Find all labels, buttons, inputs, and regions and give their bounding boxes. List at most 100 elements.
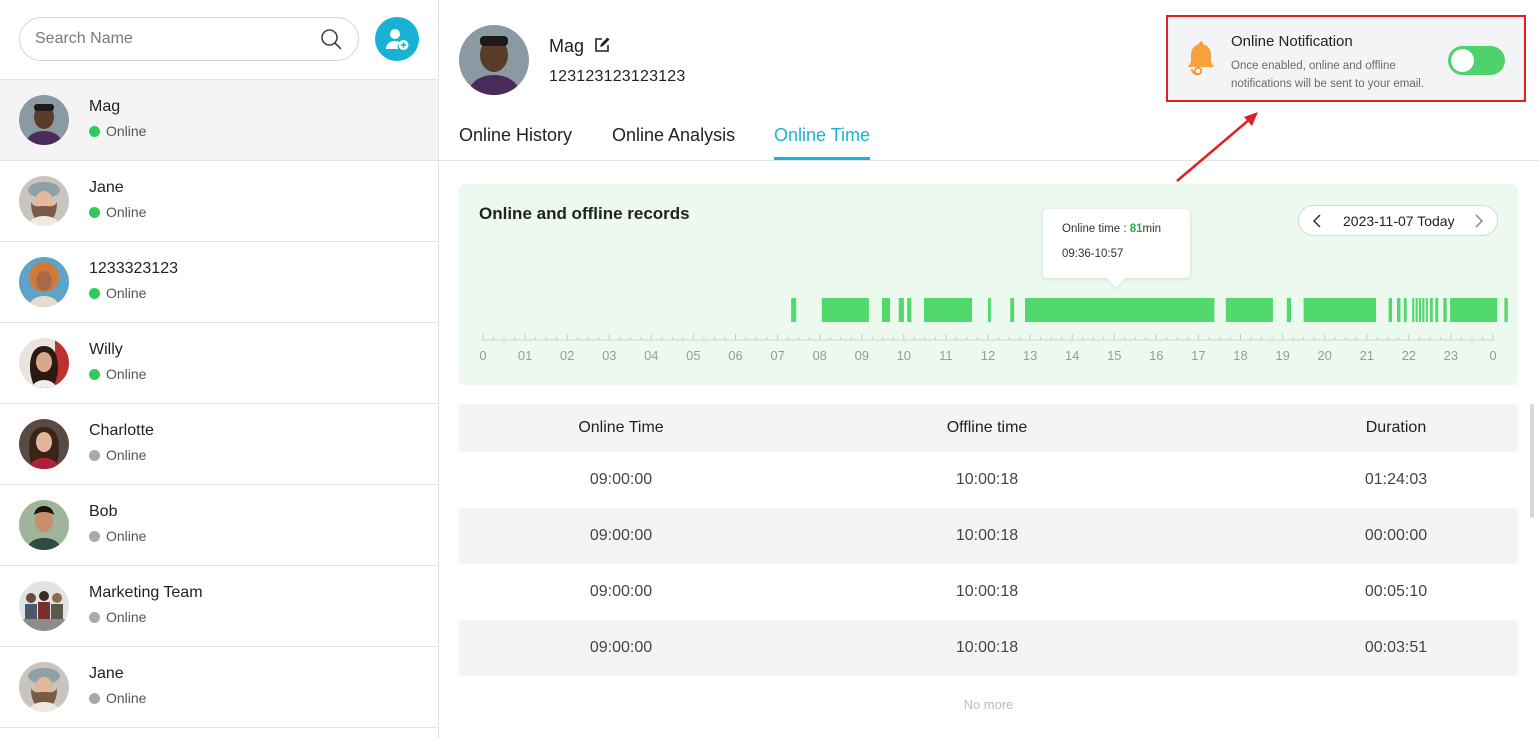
online-dot-icon — [89, 206, 100, 218]
scrollbar[interactable] — [1530, 404, 1534, 518]
edit-icon[interactable] — [594, 37, 610, 53]
online-segment-10[interactable] — [1286, 298, 1291, 322]
header-online-time: Online Time — [578, 419, 664, 436]
online-segment-21[interactable] — [1435, 298, 1439, 322]
online-segment-0[interactable] — [791, 298, 797, 322]
contact-name: Charlotte — [89, 422, 154, 439]
online-segment-8[interactable] — [1025, 298, 1215, 322]
online-dot-icon — [89, 125, 100, 137]
search-icon[interactable] — [320, 28, 342, 50]
online-segment-24[interactable] — [1504, 298, 1508, 322]
cell-offline-time: 10:00:18 — [955, 527, 1019, 544]
hour-label: 22 — [1402, 348, 1416, 363]
hour-label: 06 — [728, 348, 742, 363]
online-segment-11[interactable] — [1303, 298, 1376, 322]
contact-name: 1233323123 — [89, 260, 178, 277]
avatar — [19, 338, 69, 388]
cell-online-time: 09:00:00 — [589, 471, 653, 488]
online-segment-14[interactable] — [1403, 298, 1407, 322]
hour-label: 01 — [518, 348, 532, 363]
table-row: 09:00:00 10:00:18 00:03:51 — [459, 620, 1518, 676]
online-segment-2[interactable] — [882, 298, 890, 322]
bell-icon — [1188, 41, 1214, 76]
status-indicator: Online — [89, 609, 146, 625]
online-segment-16[interactable] — [1415, 298, 1418, 322]
online-segment-17[interactable] — [1418, 298, 1421, 322]
cell-duration: 00:03:51 — [1364, 639, 1428, 656]
contact-item-jane[interactable]: Jane Online — [0, 161, 438, 242]
chevron-right-icon[interactable] — [1471, 213, 1485, 229]
online-segment-4[interactable] — [907, 298, 912, 322]
contact-item-1233323123[interactable]: 1233323123 Online — [0, 242, 438, 323]
avatar — [19, 95, 69, 145]
offline-dot-icon — [89, 449, 100, 461]
online-segment-18[interactable] — [1422, 298, 1425, 322]
contact-item-marketing-team[interactable]: Marketing Team Online — [0, 566, 438, 647]
hour-label: 07 — [770, 348, 784, 363]
profile-id: 123123123123123 — [549, 68, 686, 85]
contact-item-jane-2[interactable]: Jane Online — [0, 647, 438, 728]
online-segment-13[interactable] — [1397, 298, 1401, 322]
add-user-icon — [386, 29, 409, 50]
cell-duration: 01:24:03 — [1364, 471, 1428, 488]
current-date: 2023-11-07 Today — [1343, 213, 1455, 229]
tab-online-time[interactable]: Online Time — [774, 125, 871, 160]
timeline-chart: 0 01 02 03 04 05 06 07 08 09 10 11 12 13 14 15 16 17 18 19 2… — [479, 298, 1508, 363]
online-segment-19[interactable] — [1425, 298, 1428, 322]
hour-label: 05 — [686, 348, 700, 363]
table-row: 09:00:00 10:00:18 01:24:03 — [459, 452, 1518, 508]
notification-title: Online Notification — [1231, 33, 1353, 50]
tab-bar: Online History Online Analysis Online Ti… — [439, 125, 1539, 161]
add-user-button[interactable] — [375, 17, 419, 61]
chevron-left-icon[interactable] — [1311, 213, 1325, 229]
hour-label: 23 — [1444, 348, 1458, 363]
offline-dot-icon — [89, 611, 100, 623]
online-segment-9[interactable] — [1225, 298, 1273, 322]
online-segment-1[interactable] — [821, 298, 869, 322]
avatar — [19, 176, 69, 226]
online-segment-22[interactable] — [1443, 298, 1447, 322]
online-segment-23[interactable] — [1450, 298, 1498, 322]
avatar — [19, 662, 69, 712]
online-segment-20[interactable] — [1429, 298, 1433, 322]
contact-item-mag[interactable]: Mag Online — [0, 80, 438, 161]
hour-label: 0 — [1489, 348, 1496, 363]
tooltip-range: 09:36-10:57 — [1062, 248, 1124, 260]
online-segment-5[interactable] — [924, 298, 972, 322]
online-segment-15[interactable] — [1412, 298, 1415, 322]
status-indicator: Online — [89, 528, 146, 544]
tab-online-analysis[interactable]: Online Analysis — [612, 125, 735, 160]
contact-item-willy[interactable]: Willy Online — [0, 323, 438, 404]
contact-name: Marketing Team — [89, 584, 203, 601]
online-segment-7[interactable] — [1010, 298, 1015, 322]
hour-label: 20 — [1317, 348, 1331, 363]
online-segment-6[interactable] — [988, 298, 991, 322]
tab-online-history[interactable]: Online History — [459, 125, 572, 160]
hour-label: 13 — [1023, 348, 1037, 363]
cell-duration: 00:00:00 — [1364, 527, 1428, 544]
search-input[interactable] — [35, 18, 305, 60]
hour-label: 18 — [1233, 348, 1247, 363]
notification-toggle[interactable] — [1448, 46, 1505, 75]
contact-list: Mag Online Jane Online 1233323123 Online… — [0, 79, 438, 728]
hour-label: 09 — [855, 348, 869, 363]
online-dot-icon — [89, 287, 100, 299]
status-text: Online — [106, 690, 147, 706]
status-text: Online — [106, 609, 147, 625]
contact-item-charlotte[interactable]: Charlotte Online — [0, 404, 438, 485]
tooltip-label: Online time : — [1062, 223, 1130, 235]
contact-item-bob[interactable]: Bob Online — [0, 485, 438, 566]
header-offline-time: Offline time — [946, 419, 1028, 436]
cell-online-time: 09:00:00 — [589, 527, 653, 544]
hour-label: 19 — [1275, 348, 1289, 363]
profile-avatar — [459, 25, 529, 95]
hour-label: 0 — [479, 348, 486, 363]
records-table: Online Time Offline time Duration 09:00:… — [459, 404, 1518, 676]
online-segment-12[interactable] — [1388, 298, 1392, 322]
status-text: Online — [106, 447, 147, 463]
online-segment-3[interactable] — [898, 298, 904, 322]
hour-label: 10 — [897, 348, 911, 363]
status-indicator: Online — [89, 447, 146, 463]
hour-label: 12 — [981, 348, 995, 363]
main-content: Mag 123123123123123 Online Notification … — [439, 0, 1539, 738]
